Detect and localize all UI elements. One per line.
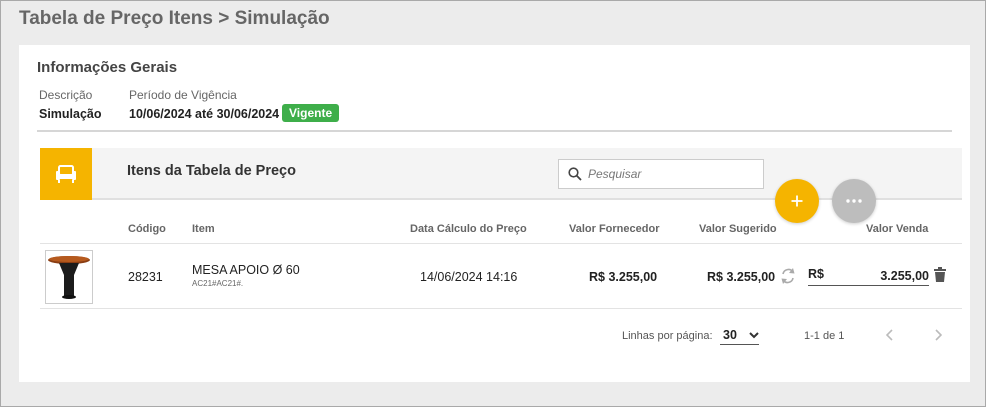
row-item-ref: AC21#AC21#.: [192, 279, 244, 288]
row-supplier-value: R$ 3.255,00: [589, 270, 658, 284]
next-page-button[interactable]: [930, 327, 946, 343]
status-badge: Vigente: [282, 104, 340, 122]
rows-per-page-value: 30: [723, 328, 737, 342]
description-label: Descrição: [39, 88, 93, 102]
column-header-supplier-value: Valor Fornecedor: [569, 223, 660, 235]
plus-icon: [791, 195, 803, 207]
pagination-range: 1-1 de 1: [804, 330, 845, 342]
row-calc-date: 14/06/2024 14:16: [420, 270, 518, 284]
refresh-icon[interactable]: [780, 267, 796, 285]
table-header-divider: [40, 243, 962, 244]
rows-per-page-label: Linhas por página:: [622, 330, 713, 342]
sale-value-input[interactable]: [844, 267, 929, 285]
chevron-down-icon: [749, 331, 759, 338]
armchair-icon: [56, 165, 76, 183]
page-title: Tabela de Preço Itens > Simulação: [19, 8, 330, 29]
more-options-button[interactable]: [832, 179, 876, 223]
column-header-item: Item: [192, 223, 215, 235]
main-card: Informações Gerais Descrição Simulação P…: [19, 45, 970, 382]
period-label: Período de Vigência: [129, 88, 237, 102]
row-item-name: MESA APOIO Ø 60: [192, 263, 300, 277]
table-row-divider: [40, 308, 962, 309]
row-suggested-value: R$ 3.255,00: [707, 270, 776, 284]
search-box[interactable]: [558, 159, 764, 189]
chevron-left-icon: [886, 329, 893, 341]
previous-page-button[interactable]: [882, 327, 898, 343]
period-value: 10/06/2024 até 30/06/2024: [129, 107, 280, 121]
sale-currency: R$: [808, 267, 824, 281]
search-input[interactable]: [588, 167, 748, 181]
trash-icon[interactable]: [934, 267, 946, 282]
divider: [37, 130, 952, 132]
chevron-right-icon: [935, 329, 942, 341]
column-header-suggested-value: Valor Sugerido: [699, 223, 777, 235]
column-header-code: Código: [128, 223, 166, 235]
items-header: Itens da Tabela de Preço: [40, 148, 962, 200]
rows-per-page-select[interactable]: 30: [720, 326, 759, 345]
items-icon-box: [40, 148, 92, 200]
product-thumbnail: [45, 250, 93, 304]
side-table-image: [48, 256, 90, 299]
row-code: 28231: [128, 270, 163, 284]
sale-value-field[interactable]: R$: [808, 267, 929, 286]
items-title: Itens da Tabela de Preço: [127, 163, 296, 179]
column-header-sale-value: Valor Venda: [866, 223, 929, 235]
search-icon: [568, 167, 582, 181]
description-value: Simulação: [39, 107, 102, 121]
more-icon: [846, 199, 862, 203]
section-title-general: Informações Gerais: [37, 59, 178, 76]
add-item-button[interactable]: [775, 179, 819, 223]
column-header-calc-date: Data Cálculo do Preço: [410, 223, 527, 235]
